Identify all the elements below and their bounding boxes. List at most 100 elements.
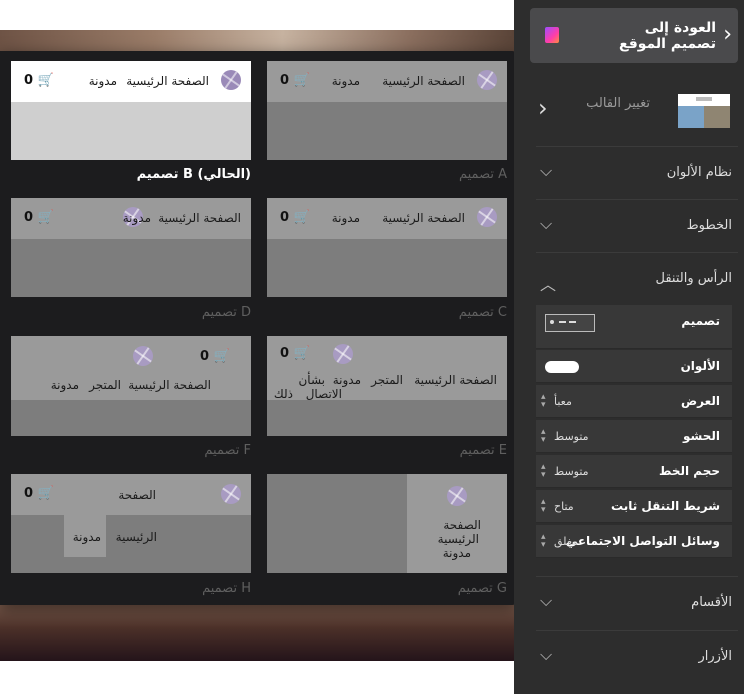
design-card-h[interactable]: الصفحة 0 🛒 الرئيسية مدونة (11, 474, 251, 573)
menu-blog: مدونة (50, 378, 79, 392)
updown-caret-icon: ▴ ▾ (541, 462, 546, 480)
basketball-logo-icon (333, 344, 353, 364)
section-header-nav[interactable]: الرأس والتنقل ︿ (536, 252, 738, 305)
cart-icon: 🛒 (37, 73, 54, 88)
menu-blog: مدونة (72, 530, 101, 544)
chevron-left-icon: ‹ (723, 22, 732, 47)
setting-font-size[interactable]: حجم الخط متوسط ▴ ▾ (536, 455, 732, 488)
back-to-site-design-button[interactable]: ‹ العودة إلى تصميم الموقع (530, 8, 738, 63)
setting-layout[interactable]: تصميم (536, 305, 732, 349)
section-buttons[interactable]: الأزرار ⌵ (536, 630, 738, 683)
chevron-right-icon: ‹ (538, 94, 548, 122)
setting-social-media[interactable]: وسائل التواصل الاجتماعي مغلق ▴ ▾ (536, 525, 732, 558)
cart-indicator: 0 🛒 (280, 346, 310, 361)
page-bottom (0, 661, 514, 694)
setting-width[interactable]: العرض معبأ ▴ ▾ (536, 385, 732, 418)
design-card-e[interactable]: 0 🛒 الصفحة الرئيسية المتجر مدونة بشأن ذل… (267, 336, 507, 436)
menu-home-word: الرئيسية (115, 530, 157, 544)
section-fonts[interactable]: الخطوط ⌵ (536, 199, 738, 252)
chevron-down-icon: ⌵ (540, 645, 553, 664)
setting-colors[interactable]: الألوان (536, 350, 732, 383)
menu-contact: الاتصال (305, 387, 342, 401)
updown-caret-icon: ▴ ▾ (541, 497, 546, 515)
design-card-a[interactable]: الصفحة الرئيسية مدونة 0 🛒 (267, 61, 507, 160)
setting-value: مغلق (554, 535, 579, 548)
menu-page: الصفحة (118, 488, 156, 502)
section-title: الرأس والتنقل (655, 271, 732, 286)
setting-value: متاح (554, 500, 574, 513)
menu-home: الصفحة الرئيسية (382, 74, 465, 88)
section-title: نظام الألوان (666, 165, 732, 180)
setting-label: شريط التنقل ثابت (611, 499, 720, 513)
menu-blog: مدونة (331, 211, 360, 225)
design-card-c[interactable]: الصفحة الرئيسية مدونة 0 🛒 (267, 198, 507, 297)
design-card-g[interactable]: الصفحة الرئيسية مدونة (267, 474, 507, 573)
updown-caret-icon: ▴ ▾ (541, 532, 546, 550)
menu-blog: مدونة (122, 211, 151, 225)
cart-icon: 🛒 (37, 210, 54, 225)
section-sections[interactable]: الأقسام ⌵ (536, 576, 738, 629)
setting-value: معبأ (554, 395, 572, 408)
cart-icon: 🛒 (37, 486, 54, 501)
site-document-icon (545, 27, 559, 43)
menu-home: الصفحة الرئيسية (414, 373, 497, 387)
site-styles-panel: ‹ العودة إلى تصميم الموقع تغيير القالب ‹… (514, 0, 744, 694)
updown-caret-icon: ▴ ▾ (541, 427, 546, 445)
basketball-logo-icon (477, 70, 497, 90)
template-thumbnail (678, 94, 730, 128)
design-caption-h: تصميم H (202, 581, 251, 596)
color-swatch (545, 361, 579, 373)
design-card-f[interactable]: 0 🛒 الصفحة الرئيسية المتجر مدونة (11, 336, 251, 436)
cart-icon: 🛒 (213, 349, 230, 364)
design-caption-d: تصميم D (201, 305, 251, 320)
design-card-b[interactable]: الصفحة الرئيسية مدونة 0 🛒 (11, 61, 251, 160)
section-colors[interactable]: نظام الألوان ⌵ (536, 146, 738, 199)
setting-label: وسائل التواصل الاجتماعي (565, 534, 720, 548)
change-template-label: تغيير القالب (586, 96, 650, 111)
chevron-down-icon: ⌵ (540, 591, 553, 610)
header-settings-list: تصميم الألوان العرض معبأ ▴ ▾ الحشو متوسط … (536, 305, 732, 558)
cart-icon: 🛒 (293, 346, 310, 361)
cart-indicator: 0 🛒 (280, 73, 310, 88)
basketball-logo-icon (133, 346, 153, 366)
setting-label: تصميم (681, 314, 720, 328)
menu-home: الصفحة الرئيسية (126, 74, 209, 88)
menu-blog: مدونة (331, 74, 360, 88)
design-caption-a: تصميم A (458, 167, 507, 182)
menu-that: ذلك (273, 387, 293, 401)
cart-indicator: 0 🛒 (280, 210, 310, 225)
design-caption-e: تصميم E (459, 443, 507, 458)
section-title: الخطوط (686, 218, 732, 233)
back-button-label: العودة إلى تصميم الموقع (619, 20, 716, 52)
chevron-up-icon: ︿ (540, 275, 557, 294)
setting-fixed-nav[interactable]: شريط التنقل ثابت متاح ▴ ▾ (536, 490, 732, 523)
chevron-down-icon: ⌵ (540, 214, 553, 233)
setting-value: متوسط (554, 465, 589, 478)
section-title: الأقسام (691, 595, 732, 610)
setting-padding[interactable]: الحشو متوسط ▴ ▾ (536, 420, 732, 453)
setting-label: الألوان (680, 359, 720, 373)
basketball-logo-icon (447, 486, 467, 506)
design-caption-b: تصميم B (الحالي) (136, 167, 251, 182)
menu-page: الصفحة (443, 518, 481, 532)
menu-home: الصفحة الرئيسية (382, 211, 465, 225)
setting-label: حجم الخط (658, 464, 720, 478)
header-design-picker: الصفحة الرئيسية مدونة 0 🛒 تصميم A الصفحة… (0, 51, 527, 605)
menu-store: المتجر (89, 378, 121, 392)
setting-label: الحشو (682, 429, 720, 443)
cart-indicator: 0 🛒 (200, 349, 230, 364)
setting-value: متوسط (554, 430, 589, 443)
design-caption-c: تصميم C (458, 305, 507, 320)
menu-home-word: الرئيسية (437, 532, 479, 546)
cart-icon: 🛒 (293, 73, 310, 88)
cart-indicator: 0 🛒 (24, 486, 54, 501)
change-template-row[interactable]: تغيير القالب ‹ (530, 80, 738, 140)
menu-about: بشأن (298, 373, 325, 387)
cart-indicator: 0 🛒 (24, 73, 54, 88)
menu-home: الصفحة الرئيسية (128, 378, 211, 392)
updown-caret-icon: ▴ ▾ (541, 392, 546, 410)
layout-preview-thumbnail (545, 314, 595, 332)
menu-blog: مدونة (332, 373, 361, 387)
menu-home: الصفحة الرئيسية (158, 211, 241, 225)
design-card-d[interactable]: الصفحة الرئيسية مدونة 0 🛒 (11, 198, 251, 297)
